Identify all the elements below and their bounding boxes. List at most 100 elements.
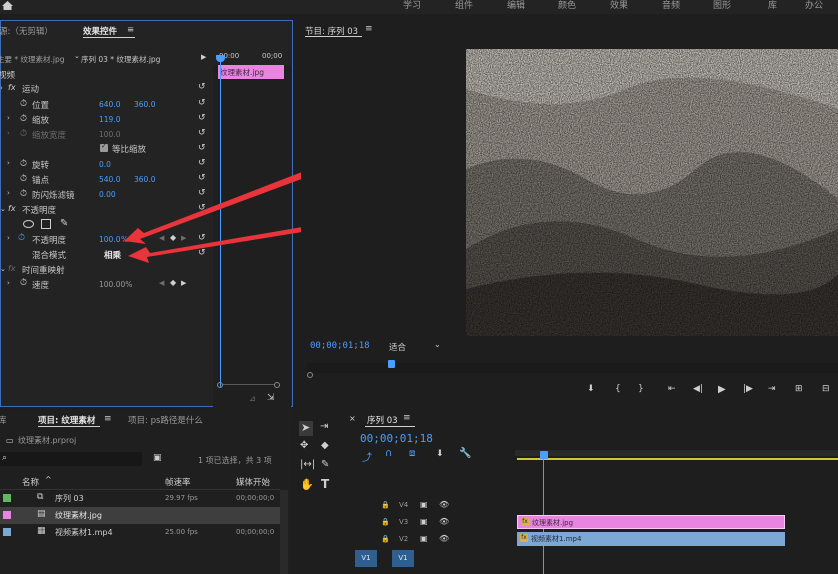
list-item[interactable]: ▦ 视频素材1.mp4 25.00 fps 00;00;00;0 (0, 524, 280, 541)
overwrite-icon[interactable]: ⊟ (822, 384, 830, 394)
new-bin-icon[interactable]: ▣ (153, 453, 162, 463)
label-color-swatch (3, 494, 11, 502)
item-start: 00;00;00;0 (236, 494, 275, 502)
tab-project-texture[interactable]: 项目: 纹理素材 (38, 414, 95, 426)
transport-controls: ⬇ { } ⇤ ◀| ▶ |▶ ⇥ ⊞ ⊟ (580, 384, 838, 398)
zoom-handle[interactable] (307, 372, 313, 378)
mark-in-icon[interactable]: { (615, 384, 621, 394)
timeline-playhead-handle[interactable] (540, 451, 548, 459)
slip-tool-icon[interactable]: |↔| (300, 459, 315, 470)
nest-icon[interactable]: ⤴ (362, 449, 372, 464)
marker-icon[interactable]: ⬇ (587, 384, 595, 394)
go-to-in-icon[interactable]: ⇤ (668, 384, 676, 394)
track-name: V4 (399, 501, 409, 509)
active-tab-underline (38, 426, 100, 427)
step-back-icon[interactable]: ◀| (693, 384, 703, 394)
label-color-swatch (3, 528, 11, 536)
sync-lock-icon[interactable]: ▣ (420, 500, 428, 509)
label-color-swatch (3, 511, 11, 519)
image-icon: ▤ (37, 509, 46, 519)
project-file-name: 纹理素材.prproj (18, 436, 77, 445)
razor-tool-icon[interactable]: ◆ (321, 440, 329, 451)
tab-project-ps[interactable]: 项目: ps路径是什么 (128, 414, 203, 426)
selection-tool-icon[interactable]: ➤ (301, 421, 310, 434)
eye-icon[interactable]: 👁 (439, 534, 449, 543)
track-row-v1: V1 V1 (347, 550, 838, 567)
sort-up-icon[interactable]: ^ (45, 475, 52, 484)
pen-tool-icon[interactable]: ✎ (321, 459, 329, 470)
add-marker-icon[interactable]: ⬇ (436, 449, 444, 459)
lock-icon[interactable]: 🔒 (381, 535, 390, 543)
snap-icon[interactable]: ∩ (385, 448, 392, 459)
track-row-v4: 🔒 V4 ▣ 👁 (347, 497, 838, 514)
timeline-timecode[interactable]: 00;00;01;18 (360, 432, 433, 445)
item-fps: 29.97 fps (165, 494, 198, 502)
track-row-v2: 🔒 V2 ▣ 👁 fx 视频素材1.mp4 (347, 531, 838, 548)
clip-label: 纹理素材.jpg (532, 519, 574, 527)
search-input[interactable]: ⌕ (0, 452, 142, 466)
ripple-edit-tool-icon[interactable]: ✥ (300, 440, 308, 451)
active-tab-underline (365, 426, 415, 427)
fx-badge-icon: fx (521, 518, 529, 526)
panel-menu-icon[interactable]: ≡ (403, 413, 411, 423)
list-item[interactable]: ▤ 纹理素材.jpg (0, 507, 280, 524)
track-name: V3 (399, 518, 409, 526)
source-patch-v1[interactable]: V1 (355, 550, 377, 567)
item-start: 00;00;00;0 (236, 528, 275, 536)
linked-selection-icon[interactable]: ⧈ (409, 448, 415, 459)
program-video-frame[interactable] (466, 49, 838, 336)
mountain-texture-image (466, 49, 838, 336)
program-time-ruler[interactable] (307, 363, 838, 373)
item-fps: 25.00 fps (165, 528, 198, 536)
eye-icon[interactable]: 👁 (439, 500, 449, 509)
lock-icon[interactable]: 🔒 (381, 501, 390, 509)
selection-status: 1 项已选择，共 3 项 (198, 456, 272, 465)
column-media-start[interactable]: 媒体开始 (236, 476, 270, 488)
track-name: V2 (399, 535, 409, 543)
list-item[interactable]: ⧉ 序列 03 29.97 fps 00;00;00;0 (0, 490, 280, 507)
program-playhead[interactable] (388, 360, 395, 368)
program-timecode[interactable]: 00;00;01;18 (310, 341, 370, 351)
item-name: 视频素材1.mp4 (55, 528, 113, 537)
active-tab-underline (305, 36, 362, 37)
column-name[interactable]: 名称 (22, 476, 39, 488)
type-tool-icon[interactable]: T (321, 477, 329, 491)
hand-tool-icon[interactable]: ✋ (300, 478, 314, 491)
track-select-tool-icon[interactable]: ⇥ (320, 421, 328, 432)
video-icon: ▦ (37, 526, 46, 536)
fx-badge-icon: fx (520, 534, 528, 542)
sequence-icon: ⧉ (37, 492, 44, 502)
item-name: 序列 03 (55, 494, 84, 503)
wrench-icon[interactable]: 🔧 (459, 448, 471, 459)
work-area-bar[interactable] (517, 458, 838, 460)
scrollbar[interactable] (280, 490, 288, 574)
track-target-v1[interactable]: V1 (392, 550, 414, 567)
tools-panel: ➤ ⇥ ✥ ◆ |↔| ✎ ✋ T (297, 418, 341, 498)
timeline-clip-texture[interactable]: fx 纹理素材.jpg (517, 515, 785, 529)
step-forward-icon[interactable]: |▶ (743, 384, 753, 394)
mark-out-icon[interactable]: } (638, 384, 644, 394)
tab-libraries[interactable]: 库 (0, 414, 7, 426)
lock-icon[interactable]: 🔒 (381, 518, 390, 526)
play-icon[interactable]: ▶ (718, 384, 726, 395)
fit-select[interactable]: 适合 (389, 341, 406, 353)
close-icon[interactable]: × (349, 414, 356, 423)
sync-lock-icon[interactable]: ▣ (420, 534, 428, 543)
timeline-title[interactable]: 序列 03 (367, 414, 398, 426)
clip-label: 视频素材1.mp4 (531, 535, 582, 543)
item-name: 纹理素材.jpg (55, 511, 102, 520)
timeline-ruler[interactable] (515, 450, 838, 456)
folder-icon: ▭ (6, 436, 14, 445)
sync-lock-icon[interactable]: ▣ (420, 517, 428, 526)
project-panel: 库 项目: 纹理素材 ≡ 项目: ps路径是什么 ▭ 纹理素材.prproj ⌕… (0, 410, 290, 574)
search-icon: ⌕ (2, 453, 8, 463)
panel-menu-icon[interactable]: ≡ (365, 24, 373, 34)
go-to-out-icon[interactable]: ⇥ (768, 384, 776, 394)
insert-icon[interactable]: ⊞ (795, 384, 803, 394)
eye-icon[interactable]: 👁 (439, 517, 449, 526)
timeline-clip-video[interactable]: fx 视频素材1.mp4 (517, 532, 785, 546)
chevron-down-icon[interactable]: ⌄ (434, 340, 441, 349)
panel-menu-icon[interactable]: ≡ (104, 414, 112, 424)
column-framerate[interactable]: 帧速率 (165, 476, 191, 488)
track-row-v3: 🔒 V3 ▣ 👁 fx 纹理素材.jpg (347, 514, 838, 531)
